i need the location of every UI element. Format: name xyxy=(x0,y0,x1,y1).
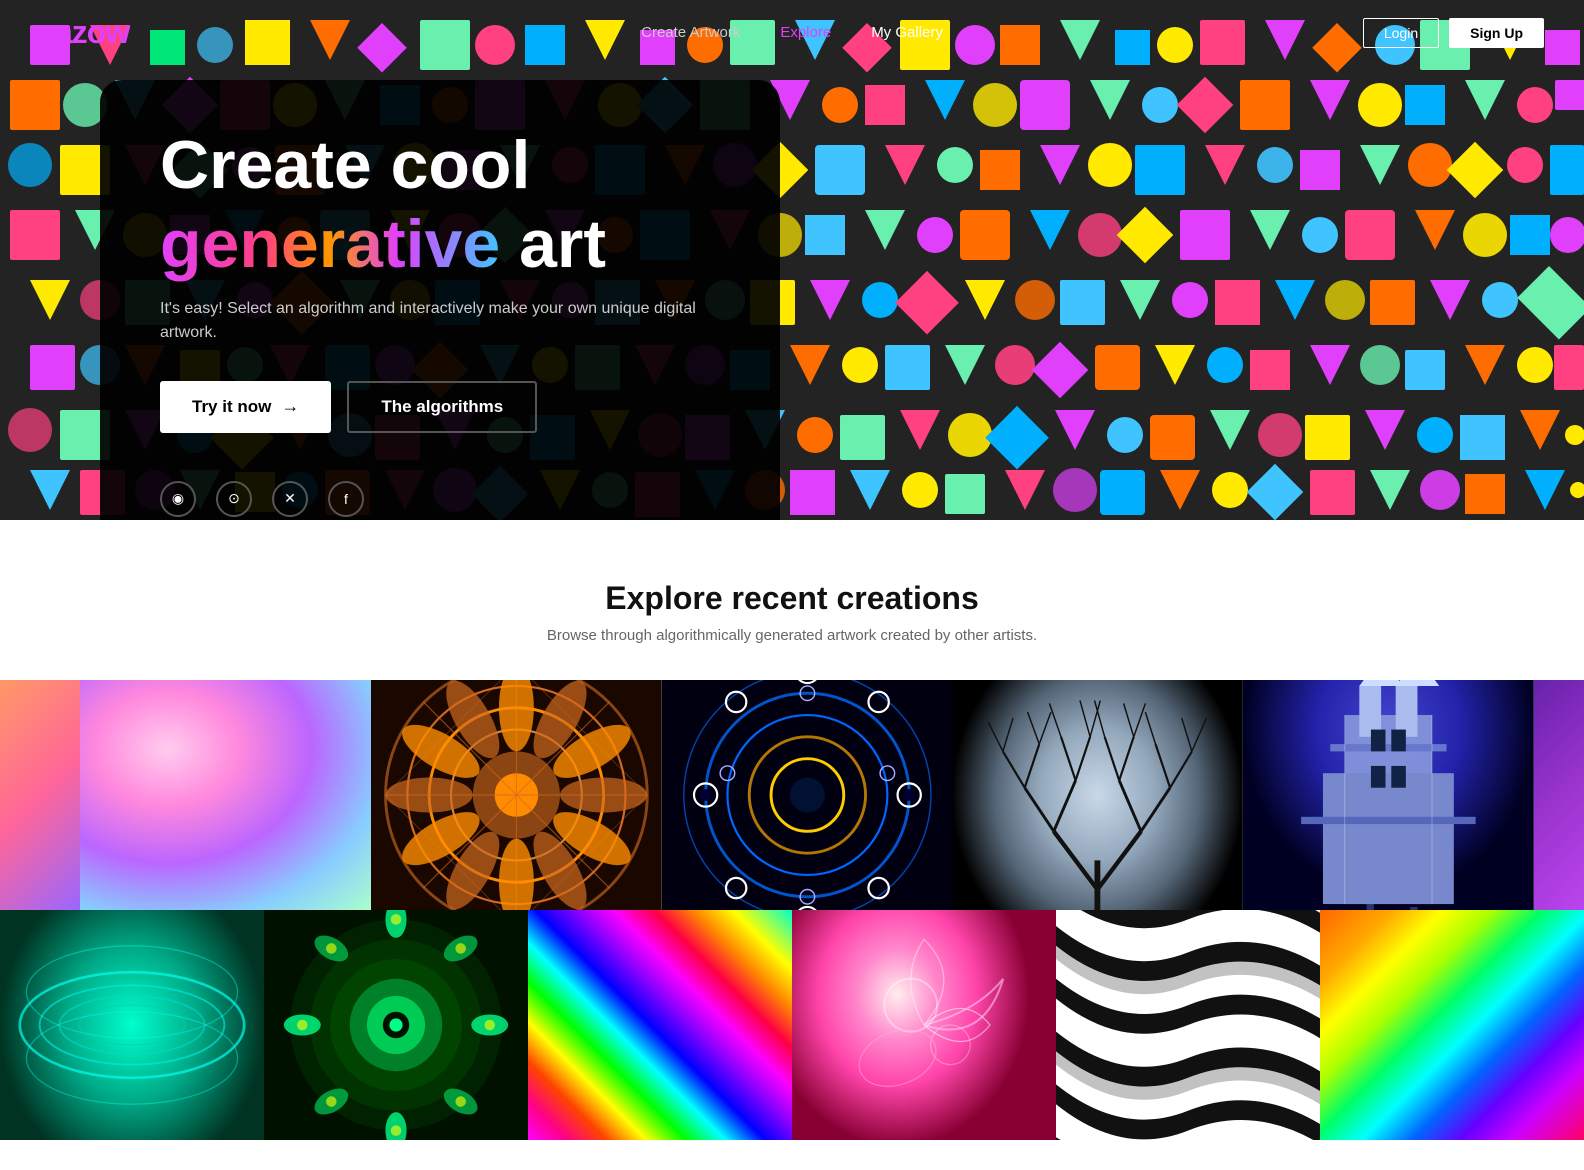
instagram-icon: ◉ xyxy=(172,490,184,507)
logo-accent: w xyxy=(105,14,129,50)
hero-buttons: Try it now → The algorithms xyxy=(160,381,720,433)
try-now-button[interactable]: Try it now → xyxy=(160,381,331,433)
instagram-link[interactable]: ◉ xyxy=(160,481,196,517)
gallery-row-1 xyxy=(0,680,1584,910)
nav-create-artwork[interactable]: Create Artwork xyxy=(641,24,740,41)
gallery-item[interactable] xyxy=(1056,910,1320,1140)
brand-logo[interactable]: zazow xyxy=(40,14,129,51)
gallery-item[interactable] xyxy=(80,680,371,910)
try-now-label: Try it now xyxy=(192,397,271,417)
explore-title: Explore recent creations xyxy=(0,580,1584,617)
reddit-icon: ⊙ xyxy=(228,490,240,507)
facebook-link[interactable]: f xyxy=(328,481,364,517)
explore-subtitle: Browse through algorithmically generated… xyxy=(0,627,1584,644)
gallery-item[interactable] xyxy=(528,910,792,1140)
gallery-row-2 xyxy=(0,910,1584,1140)
reddit-link[interactable]: ⊙ xyxy=(216,481,252,517)
facebook-icon: f xyxy=(344,491,348,507)
hero-subtitle: It's easy! Select an algorithm and inter… xyxy=(160,297,720,345)
hero-card: Create cool generative art It's easy! Se… xyxy=(100,80,780,520)
login-button[interactable]: Login xyxy=(1363,18,1439,48)
gallery-item[interactable] xyxy=(0,680,80,910)
algorithms-button[interactable]: The algorithms xyxy=(347,381,537,433)
gallery-item[interactable] xyxy=(662,680,953,910)
gallery-item[interactable] xyxy=(952,680,1243,910)
arrow-icon: → xyxy=(281,396,299,417)
nav-auth: Login Sign Up xyxy=(1363,18,1544,48)
gallery-item[interactable] xyxy=(264,910,528,1140)
gallery-item[interactable] xyxy=(0,910,264,1140)
gallery-item[interactable] xyxy=(1243,680,1534,910)
explore-section: Explore recent creations Browse through … xyxy=(0,520,1584,1170)
twitter-icon: ✕ xyxy=(284,490,296,507)
nav-explore[interactable]: Explore xyxy=(780,24,831,41)
logo-text-start: zazo xyxy=(40,14,105,50)
hero-section: Create cool generative art It's easy! Se… xyxy=(0,0,1584,520)
gallery-item-partial[interactable] xyxy=(1534,680,1584,910)
hero-title-line1: Create cool xyxy=(160,130,720,201)
signup-button[interactable]: Sign Up xyxy=(1449,18,1544,48)
gallery-item[interactable] xyxy=(371,680,662,910)
hero-title-line2: generative art xyxy=(160,209,720,280)
navbar: zazow Create Artwork Explore My Gallery … xyxy=(0,0,1584,65)
social-icons-group: ◉ ⊙ ✕ f xyxy=(160,481,720,517)
gallery-item[interactable] xyxy=(792,910,1056,1140)
nav-my-gallery[interactable]: My Gallery xyxy=(871,24,943,41)
gallery-item[interactable] xyxy=(1320,910,1584,1140)
nav-links: Create Artwork Explore My Gallery xyxy=(641,24,943,41)
hero-art-word: art xyxy=(500,206,606,282)
hero-generative-word: generative xyxy=(160,206,500,282)
twitter-link[interactable]: ✕ xyxy=(272,481,308,517)
